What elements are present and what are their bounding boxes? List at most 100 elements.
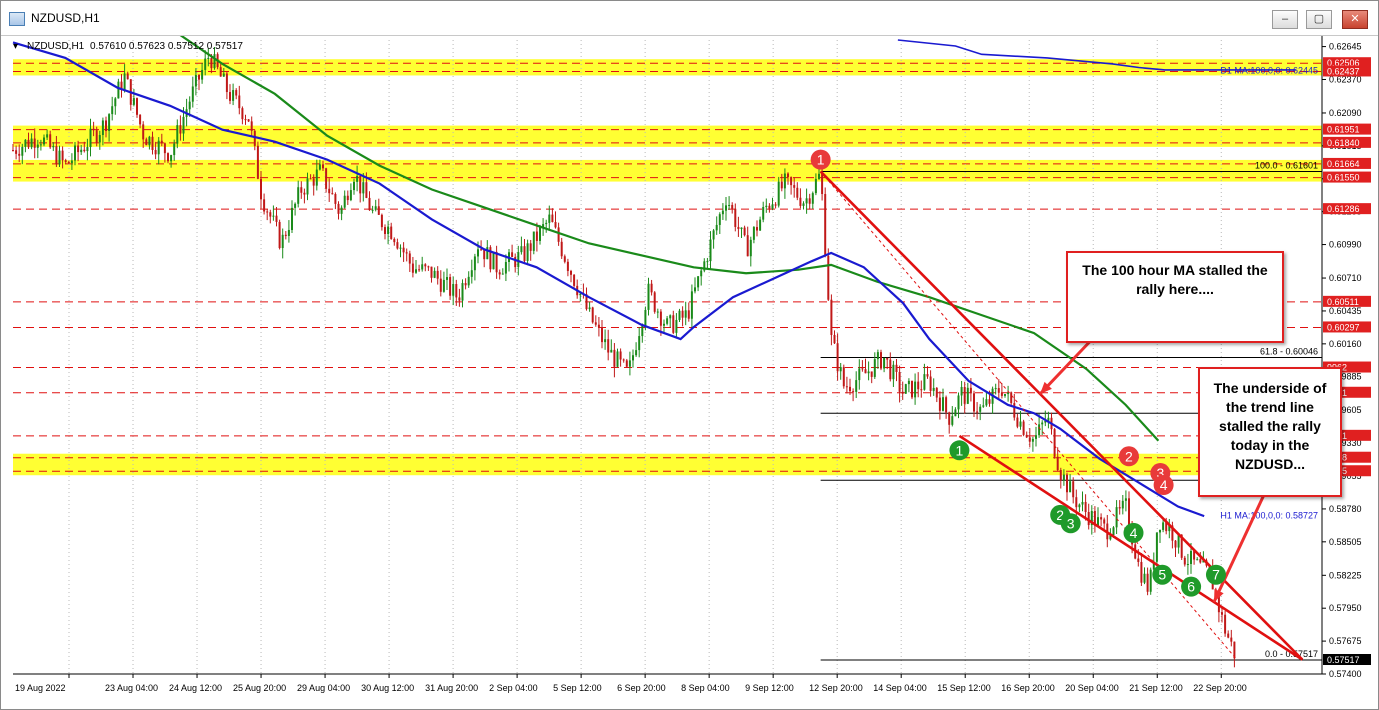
candle-body [777, 181, 780, 206]
swing-marker-label: 1 [817, 152, 825, 168]
candle-body [328, 188, 331, 194]
candle-body [111, 106, 114, 115]
candle-body [15, 150, 18, 154]
candle-body [207, 57, 210, 59]
price-box-label: 0.61550 [1327, 173, 1360, 183]
candle-body [796, 187, 799, 198]
candle-body [762, 207, 765, 220]
candle-body [114, 98, 117, 107]
swing-marker-label: 4 [1160, 477, 1168, 493]
candle-body [929, 376, 932, 391]
candle-body [842, 367, 845, 387]
candle-body [18, 153, 21, 156]
candle-body [442, 279, 445, 292]
candle-body [498, 272, 501, 275]
candle-body [117, 81, 120, 99]
time-tick-label: 2 Sep 04:00 [489, 683, 538, 693]
candle-body [535, 231, 538, 241]
price-tick-label: 0.57950 [1329, 603, 1362, 613]
candle-body [514, 256, 517, 268]
minimize-button[interactable]: ‒ [1272, 10, 1298, 29]
price-box-label: 0.61286 [1327, 204, 1360, 214]
candle-body [545, 222, 548, 225]
candle-body [74, 145, 76, 161]
candle-body [911, 380, 913, 398]
candle-body [151, 136, 154, 151]
candle-body [67, 161, 70, 164]
candle-body [951, 416, 954, 425]
candle-body [1112, 527, 1115, 536]
candle-body [898, 371, 901, 392]
price-tick-label: 0.58505 [1329, 537, 1362, 547]
fib-level-label: 100.0 - 0.61601 [1255, 160, 1318, 170]
candle-body [411, 263, 414, 273]
candle-body [1100, 517, 1103, 520]
candle-body [402, 247, 405, 253]
candle-body [176, 125, 179, 144]
price-box-label: 0.60511 [1327, 297, 1359, 307]
candle-body [570, 270, 572, 275]
candle-body [628, 360, 631, 367]
candle-body [647, 283, 650, 310]
candle-body [340, 207, 343, 214]
candle-body [480, 249, 483, 251]
maximize-button[interactable]: ▢ [1306, 10, 1332, 29]
candle-body [1143, 573, 1146, 583]
chart-window: NZDUSD,H1 ‒ ▢ ✕ 100.0 - 0.61601 61.8 - 0.… [0, 0, 1379, 710]
candle-body [173, 143, 176, 156]
candle-body [709, 239, 712, 262]
candle-body [988, 399, 991, 404]
price-chart[interactable]: 100.0 - 0.6160161.8 - 0.600460.0 - 0.575… [7, 27, 1372, 704]
candle-body [55, 145, 58, 165]
candle-body [805, 198, 808, 204]
candle-body [591, 307, 594, 323]
candle-body [607, 339, 610, 353]
candle-body [436, 270, 439, 279]
close-button[interactable]: ✕ [1342, 10, 1368, 29]
candle-body [613, 349, 616, 367]
candle-body [439, 278, 442, 292]
candle-body [303, 192, 306, 195]
candle-body [539, 227, 541, 241]
candle-body [418, 269, 421, 271]
candle-body [743, 227, 746, 236]
time-tick-label: 24 Aug 12:00 [169, 683, 222, 693]
candle-body [160, 140, 163, 144]
candle-body [461, 283, 464, 301]
candle-body [694, 287, 696, 292]
candle-body [914, 381, 917, 398]
candle-body [1031, 438, 1034, 442]
candle-body [52, 145, 55, 148]
candle-body [232, 90, 235, 101]
candle-body [1025, 434, 1028, 438]
candle-body [424, 264, 427, 267]
candle-body [551, 214, 554, 223]
candle-body [954, 409, 957, 417]
candle-body [256, 145, 259, 179]
candle-body [728, 204, 731, 206]
candle-body [325, 168, 328, 189]
candle-body [752, 227, 755, 240]
window-title: NZDUSD,H1 [31, 11, 100, 25]
candle-body [1118, 507, 1121, 509]
candle-body [526, 243, 529, 261]
candle-body [861, 368, 864, 370]
candle-body [653, 292, 656, 312]
support-resistance-zone [13, 59, 1322, 76]
candle-body [560, 241, 563, 257]
candle-body [579, 293, 582, 296]
time-tick-label: 14 Sep 04:00 [873, 683, 927, 693]
swing-marker-label: 2 [1125, 448, 1133, 464]
title-bar[interactable]: NZDUSD,H1 ‒ ▢ ✕ [1, 1, 1378, 36]
candle-body [33, 138, 36, 148]
candle-body [247, 119, 250, 122]
candle-body [960, 386, 963, 396]
chart-area[interactable]: 100.0 - 0.61601 61.8 - 0.60046 0.0 - 0.575… [7, 27, 1372, 704]
candle-body [266, 211, 269, 213]
candle-body [945, 397, 948, 413]
candle-body [201, 69, 204, 80]
candle-body [142, 124, 145, 140]
time-tick-label: 21 Sep 12:00 [1129, 683, 1183, 693]
symbol-label: NZDUSD,H1 [27, 41, 85, 52]
candle-body [597, 324, 600, 328]
